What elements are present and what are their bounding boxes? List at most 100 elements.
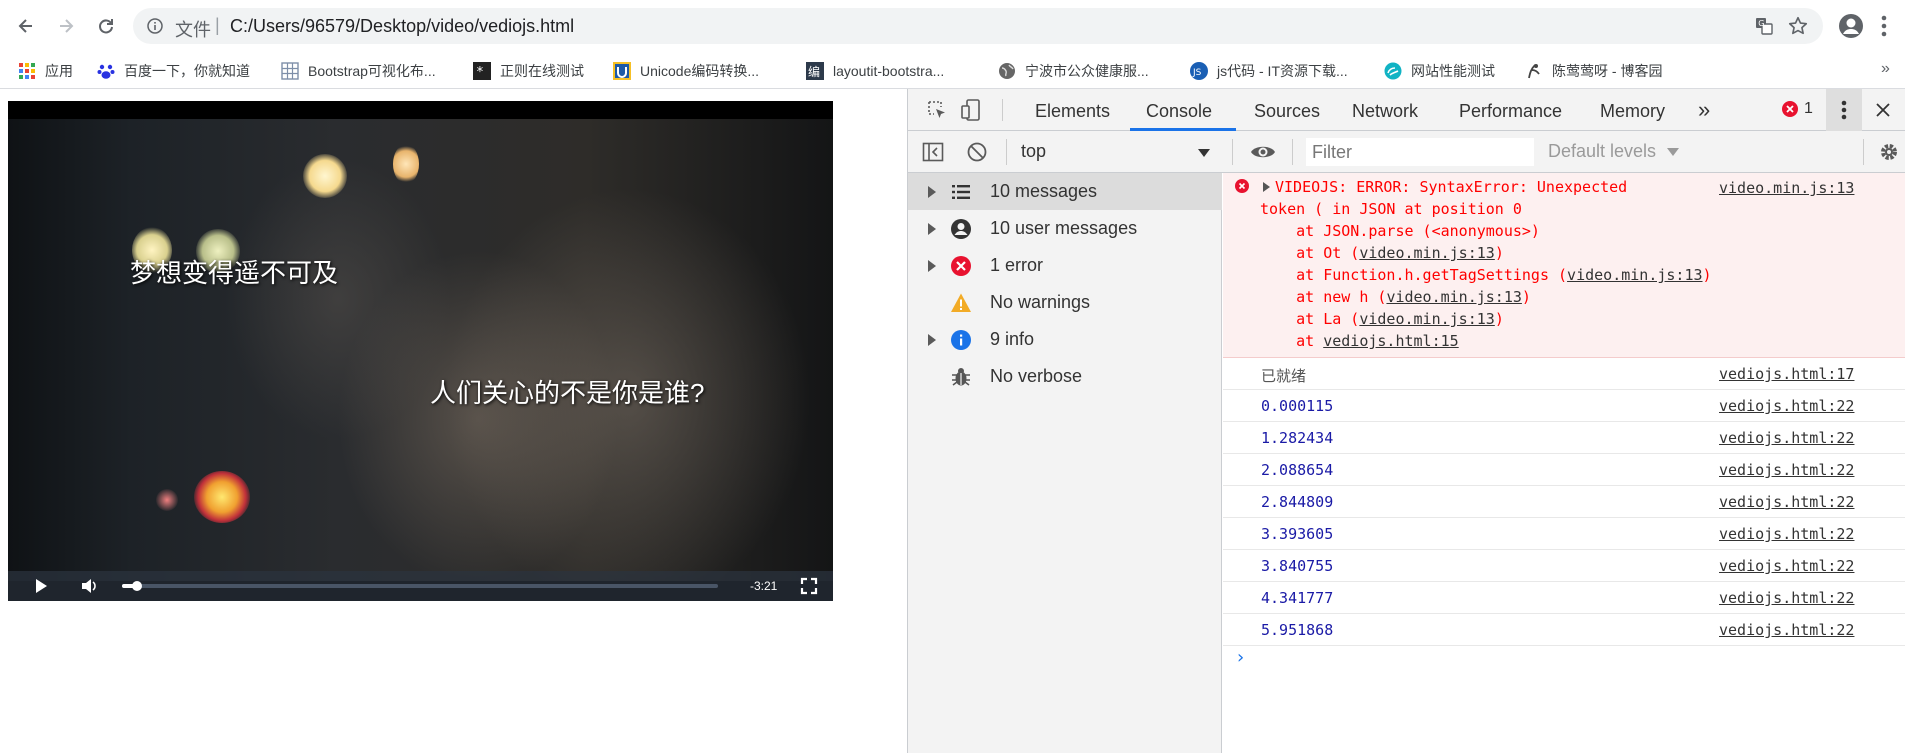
bookmark-layoutit[interactable]: 编 layoutit-bootstra... [806,60,944,82]
console-log-row: 4.341777 vediojs.html:22 [1223,582,1905,614]
reload-button[interactable] [92,12,120,40]
console-settings-gear-icon[interactable] [1878,141,1900,163]
forward-button[interactable] [52,12,80,40]
stack-frame-text: at Function.h.getTagSettings ( [1260,266,1568,284]
bookmark-cnblogs[interactable]: 陈莺莺呀 - 博客园 [1525,60,1662,82]
expand-arrow-icon[interactable] [1263,182,1270,192]
log-source-link[interactable]: vediojs.html:22 [1719,557,1854,575]
error-count-icon[interactable] [1782,101,1798,117]
log-levels-dropdown[interactable]: Default levels [1548,141,1680,162]
translate-icon[interactable]: G [1755,17,1773,35]
device-toolbar-icon[interactable] [960,98,982,122]
bookmark-baidu[interactable]: 百度一下，你就知道 [97,60,250,82]
log-source-link[interactable]: vediojs.html:22 [1719,589,1854,607]
clear-console-icon[interactable] [966,141,988,163]
video-control-bar: -3:21 [8,571,833,601]
profile-avatar-icon[interactable] [1838,13,1864,39]
error-text: token ( in JSON at position 0 [1260,200,1522,218]
sidebar-item-warnings[interactable]: No warnings [908,284,1222,321]
browser-menu-icon[interactable] [1880,13,1888,39]
bookmark-unicode[interactable]: Unicode编码转换... [613,60,759,82]
log-value: 5.951868 [1261,621,1334,639]
log-source-link[interactable]: vediojs.html:22 [1719,397,1854,415]
toolbar-divider [1863,139,1864,165]
sidebar-item-label: 9 info [990,329,1035,349]
dropdown-arrow-icon [1198,149,1210,157]
cnblogs-icon [1528,64,1540,79]
sidebar-item-errors[interactable]: 1 error [908,247,1222,284]
console-log-row: 5.951868 vediojs.html:22 [1223,614,1905,646]
address-bar[interactable]: 文件 | C:/Users/96579/Desktop/video/vedioj… [133,8,1823,44]
url-text[interactable]: C:/Users/96579/Desktop/video/vediojs.htm… [230,16,574,37]
stack-frame-text: at Ot ( [1260,244,1360,262]
tab-network[interactable]: Network [1352,101,1418,122]
log-value: 3.840755 [1261,557,1334,575]
sidebar-item-label: No verbose [990,366,1083,386]
sidebar-item-verbose[interactable]: No verbose [908,358,1222,395]
baidu-paw-icon [97,64,115,79]
back-button[interactable] [12,12,40,40]
tab-performance[interactable]: Performance [1459,101,1562,122]
stack-frame-link[interactable]: video.min.js:13 [1359,244,1494,262]
sidebar-item-user-messages[interactable]: 10 user messages [908,210,1222,247]
stack-frame-link[interactable]: video.min.js:13 [1386,288,1521,306]
toggle-sidebar-icon[interactable] [922,141,944,163]
inspect-element-icon[interactable] [926,99,948,121]
context-selector[interactable]: top [1012,135,1220,169]
console-prompt[interactable]: › [1235,647,1246,668]
live-expression-eye-icon[interactable] [1250,143,1276,161]
log-source-link[interactable]: vediojs.html:22 [1719,525,1854,543]
stack-frame-link[interactable]: video.min.js:13 [1359,310,1494,328]
video-player[interactable]: 梦想变得遥不可及 人们关心的不是你是谁? -3:21 [8,101,833,601]
customize-menu-button[interactable] [1826,89,1862,131]
regex-icon: * [473,62,491,80]
stack-frame-link[interactable]: video.min.js:13 [1567,266,1702,284]
bookmarks-overflow-button[interactable]: » [1881,60,1890,78]
console-filter-input[interactable] [1306,138,1534,166]
bookmark-ningbo[interactable]: 宁波市公众健康服... [998,60,1149,82]
progress-handle[interactable] [131,581,142,591]
expand-arrow-icon[interactable] [928,185,936,198]
bookmark-speedtest[interactable]: 网站性能测试 [1384,60,1495,82]
fullscreen-icon[interactable] [800,577,818,595]
expand-arrow-icon[interactable] [928,259,936,272]
svg-text:G: G [1758,19,1764,28]
expand-arrow-icon[interactable] [928,222,936,235]
log-source-link[interactable]: vediojs.html:22 [1719,493,1854,511]
tab-sources[interactable]: Sources [1254,101,1320,122]
reload-icon [99,19,113,34]
bookmark-star-icon[interactable] [1787,15,1809,37]
more-tabs-button[interactable]: » [1698,97,1710,123]
log-source-link[interactable]: vediojs.html:22 [1719,461,1854,479]
log-source-link[interactable]: vediojs.html:22 [1719,621,1854,639]
progress-bar[interactable] [122,581,718,591]
sidebar-item-label: 10 messages [990,181,1098,201]
bookmark-regex[interactable]: * 正则在线测试 [473,60,584,82]
error-source-link[interactable]: video.min.js:13 [1719,179,1854,197]
bookmark-jsdaima[interactable]: JS js代码 - IT资源下载... [1190,60,1348,82]
log-source-link[interactable]: vediojs.html:22 [1719,429,1854,447]
bookmark-bootstrap[interactable]: Bootstrap可视化布... [281,60,436,82]
tab-elements[interactable]: Elements [1035,101,1110,122]
toolbar-divider [1006,139,1007,165]
sidebar-item-messages[interactable]: 10 messages [908,173,1222,210]
bookmark-apps[interactable]: 应用 [18,60,73,82]
play-icon[interactable] [32,577,50,595]
sidebar-item-info[interactable]: 9 info [908,321,1222,358]
log-value: 1.282434 [1261,429,1334,447]
bookmark-label: 网站性能测试 [1411,63,1495,79]
volume-icon[interactable] [80,577,98,595]
stack-frame-text: at La ( [1260,310,1360,328]
close-devtools-icon[interactable] [1875,102,1891,118]
stack-frame-link[interactable]: vediojs.html:15 [1323,332,1458,350]
tab-memory[interactable]: Memory [1600,101,1665,122]
stack-frame: at Ot (video.min.js:13) [1260,242,1504,264]
console-log-row: 1.282434 vediojs.html:22 [1223,422,1905,454]
error-count[interactable]: 1 [1804,100,1813,118]
log-source-link[interactable]: vediojs.html:17 [1719,365,1854,383]
tab-console[interactable]: Console [1146,101,1212,122]
expand-arrow-icon[interactable] [928,333,936,346]
layoutit-icon: 编 [806,62,824,80]
info-icon[interactable] [147,18,163,34]
svg-text:*: * [476,65,484,80]
